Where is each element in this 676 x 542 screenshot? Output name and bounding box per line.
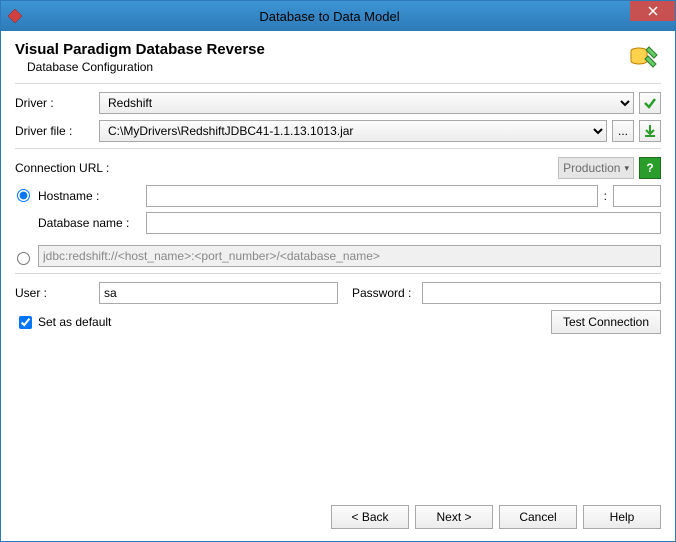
header-db-icon [627,41,661,75]
next-button[interactable]: Next > [415,505,493,529]
back-button[interactable]: < Back [331,505,409,529]
environment-select: Production▾ [558,157,634,179]
download-driver-button[interactable] [639,120,661,142]
connection-url-input [38,245,661,267]
test-connection-button[interactable]: Test Connection [551,310,661,334]
user-label: User : [15,286,99,300]
driver-select[interactable]: Redshift [99,92,634,114]
browse-button[interactable]: ... [612,120,634,142]
app-icon [1,8,29,24]
password-label: Password : [352,286,422,300]
hostname-label: Hostname : [38,189,146,203]
port-input[interactable] [613,185,661,207]
dialog-body: Driver : Redshift Driver file : C:\MyDri… [1,92,675,495]
set-default-label: Set as default [38,315,111,329]
url-mode-radio[interactable] [17,252,30,265]
dialog-footer: < Back Next > Cancel Help [1,495,675,541]
set-default-checkbox[interactable] [19,316,32,329]
user-input[interactable] [99,282,338,304]
driver-file-label: Driver file : [15,124,99,138]
cancel-button[interactable]: Cancel [499,505,577,529]
titlebar: Database to Data Model [1,1,675,31]
database-name-input[interactable] [146,212,661,234]
connection-help-button[interactable]: ? [639,157,661,179]
driver-file-select[interactable]: C:\MyDrivers\RedshiftJDBC41-1.1.13.1013.… [99,120,607,142]
dialog-window: Database to Data Model Visual Paradigm D… [0,0,676,542]
hostname-input[interactable] [146,185,598,207]
driver-confirm-button[interactable] [639,92,661,114]
hostname-mode-radio[interactable] [17,189,30,202]
header-subtitle: Database Configuration [27,60,627,74]
window-title: Database to Data Model [29,9,630,24]
connection-url-label: Connection URL : [15,161,109,175]
dialog-header: Visual Paradigm Database Reverse Databas… [1,31,675,83]
close-button[interactable] [630,1,675,21]
help-button[interactable]: Help [583,505,661,529]
password-input[interactable] [422,282,661,304]
database-name-label: Database name : [38,216,146,230]
driver-label: Driver : [15,96,99,110]
divider [15,83,661,84]
header-title: Visual Paradigm Database Reverse [15,41,627,58]
port-separator: : [598,189,613,203]
